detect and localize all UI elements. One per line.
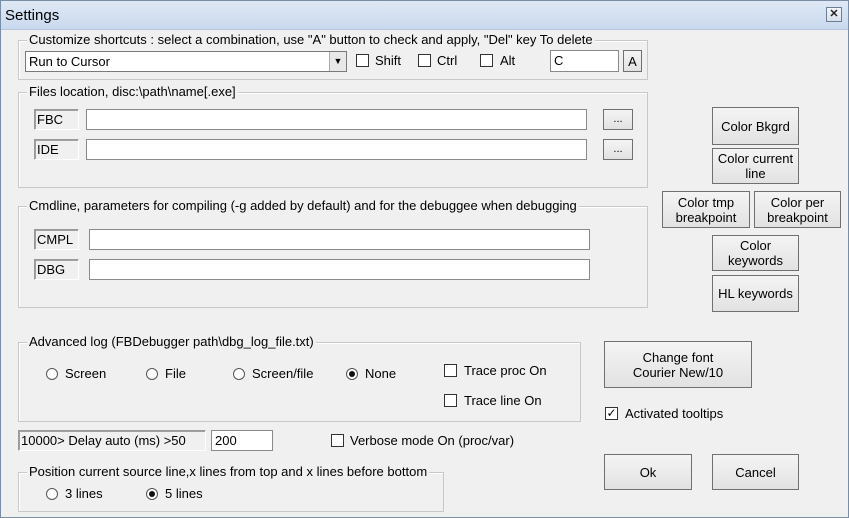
position-5-lines-radio[interactable] bbox=[146, 488, 158, 500]
shortcuts-group-title: Customize shortcuts : select a combinati… bbox=[27, 32, 595, 47]
delay-label-box: 10000> Delay auto (ms) >50 bbox=[18, 430, 206, 451]
change-font-label: Change font Courier New/10 bbox=[632, 349, 724, 380]
ide-label: IDE bbox=[37, 142, 59, 157]
shift-checkbox[interactable] bbox=[356, 54, 369, 67]
dbg-params-input[interactable] bbox=[89, 259, 590, 280]
position-group: Position current source line,x lines fro… bbox=[18, 464, 444, 512]
files-location-group-title: Files location, disc:\path\name[.exe] bbox=[27, 84, 238, 99]
title-bar: Settings ✕ bbox=[1, 1, 848, 30]
ide-path-input[interactable] bbox=[86, 139, 587, 160]
trace-line-label: Trace line On bbox=[464, 393, 542, 408]
log-screen-file-radio[interactable] bbox=[233, 368, 245, 380]
checkmark-icon: ✓ bbox=[606, 406, 617, 420]
alt-checkbox[interactable] bbox=[480, 54, 493, 67]
cancel-button[interactable]: Cancel bbox=[712, 454, 799, 490]
ide-label-box: IDE bbox=[34, 139, 79, 160]
color-tmp-breakpoint-button[interactable]: Color tmp breakpoint bbox=[662, 191, 750, 228]
log-file-radio[interactable] bbox=[146, 368, 158, 380]
position-3-lines-radio[interactable] bbox=[46, 488, 58, 500]
cmdline-group: Cmdline, parameters for compiling (-g ad… bbox=[18, 198, 648, 308]
window-title: Settings bbox=[5, 7, 60, 24]
delay-input[interactable]: 200 bbox=[211, 430, 273, 451]
log-file-label: File bbox=[165, 366, 186, 381]
settings-window: Settings ✕ Customize shortcuts : select … bbox=[0, 0, 849, 518]
trace-proc-label: Trace proc On bbox=[464, 363, 547, 378]
dbg-label-box: DBG bbox=[34, 259, 79, 280]
ide-browse-button[interactable]: ... bbox=[603, 139, 633, 160]
color-per-breakpoint-button[interactable]: Color per breakpoint bbox=[754, 191, 841, 228]
ok-button[interactable]: Ok bbox=[604, 454, 692, 490]
delay-value: 200 bbox=[215, 433, 237, 448]
fbc-browse-button[interactable]: ... bbox=[603, 109, 633, 130]
shift-label: Shift bbox=[375, 53, 402, 68]
advanced-log-group-title: Advanced log (FBDebugger path\dbg_log_fi… bbox=[27, 334, 316, 349]
hl-keywords-button[interactable]: HL keywords bbox=[712, 275, 799, 312]
advanced-log-group: Advanced log (FBDebugger path\dbg_log_fi… bbox=[18, 334, 581, 422]
alt-label: Alt bbox=[500, 53, 516, 68]
position-group-title: Position current source line,x lines fro… bbox=[27, 464, 430, 479]
log-none-label: None bbox=[365, 366, 397, 381]
shortcut-action-value: Run to Cursor bbox=[29, 54, 110, 69]
log-screen-radio[interactable] bbox=[46, 368, 58, 380]
shortcut-key-input[interactable]: C bbox=[550, 50, 619, 72]
shortcuts-group: Customize shortcuts : select a combinati… bbox=[18, 32, 648, 80]
close-icon: ✕ bbox=[829, 8, 839, 20]
cmdline-group-title: Cmdline, parameters for compiling (-g ad… bbox=[27, 198, 579, 213]
cmpl-label: CMPL bbox=[37, 232, 74, 247]
cmpl-params-input[interactable] bbox=[89, 229, 590, 250]
fbc-path-input[interactable] bbox=[86, 109, 587, 130]
color-background-button[interactable]: Color Bkgrd bbox=[712, 107, 799, 145]
dialog-body: Customize shortcuts : select a combinati… bbox=[1, 30, 848, 517]
shortcut-action-select[interactable]: Run to Cursor ▼ bbox=[25, 51, 347, 72]
close-button[interactable]: ✕ bbox=[826, 7, 842, 22]
verbose-label: Verbose mode On (proc/var) bbox=[350, 433, 515, 448]
log-screen-file-label: Screen/file bbox=[252, 366, 314, 381]
color-keywords-button[interactable]: Color keywords bbox=[712, 235, 799, 271]
trace-line-checkbox[interactable] bbox=[444, 394, 457, 407]
delay-label: 10000> Delay auto (ms) >50 bbox=[21, 433, 186, 448]
tooltips-label: Activated tooltips bbox=[625, 406, 724, 421]
fbc-label-box: FBC bbox=[34, 109, 79, 130]
fbc-label: FBC bbox=[37, 112, 63, 127]
files-location-group: Files location, disc:\path\name[.exe] FB… bbox=[18, 84, 648, 188]
position-5-lines-label: 5 lines bbox=[165, 486, 203, 501]
trace-proc-checkbox[interactable] bbox=[444, 364, 457, 377]
shortcut-key-value: C bbox=[554, 53, 564, 68]
cmpl-label-box: CMPL bbox=[34, 229, 79, 250]
log-none-radio[interactable] bbox=[346, 368, 358, 380]
dbg-label: DBG bbox=[37, 262, 66, 277]
color-current-line-button[interactable]: Color current line bbox=[712, 148, 799, 184]
change-font-button[interactable]: Change font Courier New/10 bbox=[604, 341, 752, 388]
tooltips-checkbox[interactable]: ✓ bbox=[605, 407, 618, 420]
position-3-lines-label: 3 lines bbox=[65, 486, 103, 501]
log-screen-label: Screen bbox=[65, 366, 107, 381]
ctrl-label: Ctrl bbox=[437, 53, 458, 68]
verbose-checkbox[interactable] bbox=[331, 434, 344, 447]
ctrl-checkbox[interactable] bbox=[418, 54, 431, 67]
chevron-down-icon: ▼ bbox=[329, 52, 346, 71]
apply-shortcut-button[interactable]: A bbox=[623, 50, 642, 72]
